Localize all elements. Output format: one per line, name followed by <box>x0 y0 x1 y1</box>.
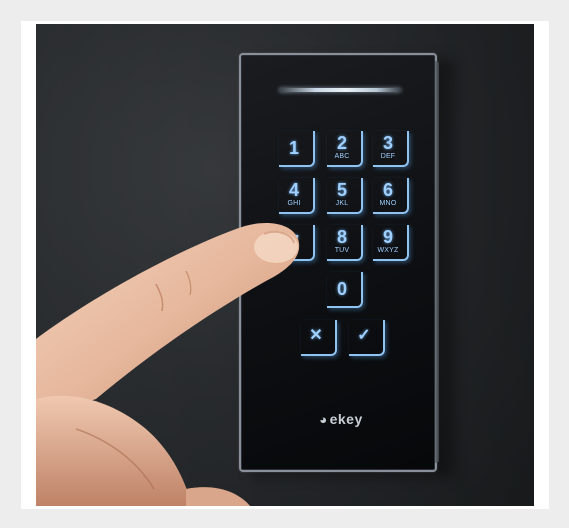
key-2[interactable]: 2 ABC <box>327 131 363 167</box>
key-digit: 1 <box>288 138 299 158</box>
key-8[interactable]: 8 TUV <box>327 225 363 261</box>
key-digit: 2 <box>336 133 347 153</box>
wall-background: 1 2 ABC 3 DEF 4 GHI 5 JKL 6 MNO 8 TUV 9 … <box>36 24 534 506</box>
key-letters: TUV <box>334 247 350 254</box>
brand-name: ekey <box>329 411 363 427</box>
key-letters: DEF <box>380 153 396 160</box>
key-3[interactable]: 3 DEF <box>373 131 409 167</box>
confirm-button[interactable]: ✓ <box>349 320 385 356</box>
key-letters: MNO <box>379 200 397 207</box>
key-digit: 6 <box>382 180 393 200</box>
key-digit: 0 <box>336 279 347 299</box>
finger-image <box>36 223 300 506</box>
key-digit: 8 <box>336 227 347 247</box>
key-0[interactable]: 0 <box>327 272 363 308</box>
panel-glass-edge <box>435 61 439 463</box>
key-5[interactable]: 5 JKL <box>327 178 363 214</box>
key-9[interactable]: 9 WXYZ <box>373 225 409 261</box>
key-letters: JKL <box>335 200 349 207</box>
key-digit: 3 <box>382 133 393 153</box>
key-6[interactable]: 6 MNO <box>373 178 409 214</box>
key-digit: 5 <box>336 180 347 200</box>
key-digit: 9 <box>382 227 393 247</box>
status-light-bar <box>279 88 401 92</box>
key-letters: WXYZ <box>377 247 399 254</box>
photo-frame: 1 2 ABC 3 DEF 4 GHI 5 JKL 6 MNO 8 TUV 9 … <box>21 21 549 509</box>
key-1[interactable]: 1 <box>279 131 315 167</box>
key-letters: ABC <box>334 153 350 160</box>
ekey-logo-icon: ◕ <box>319 412 328 427</box>
check-icon: ✓ <box>357 327 371 344</box>
